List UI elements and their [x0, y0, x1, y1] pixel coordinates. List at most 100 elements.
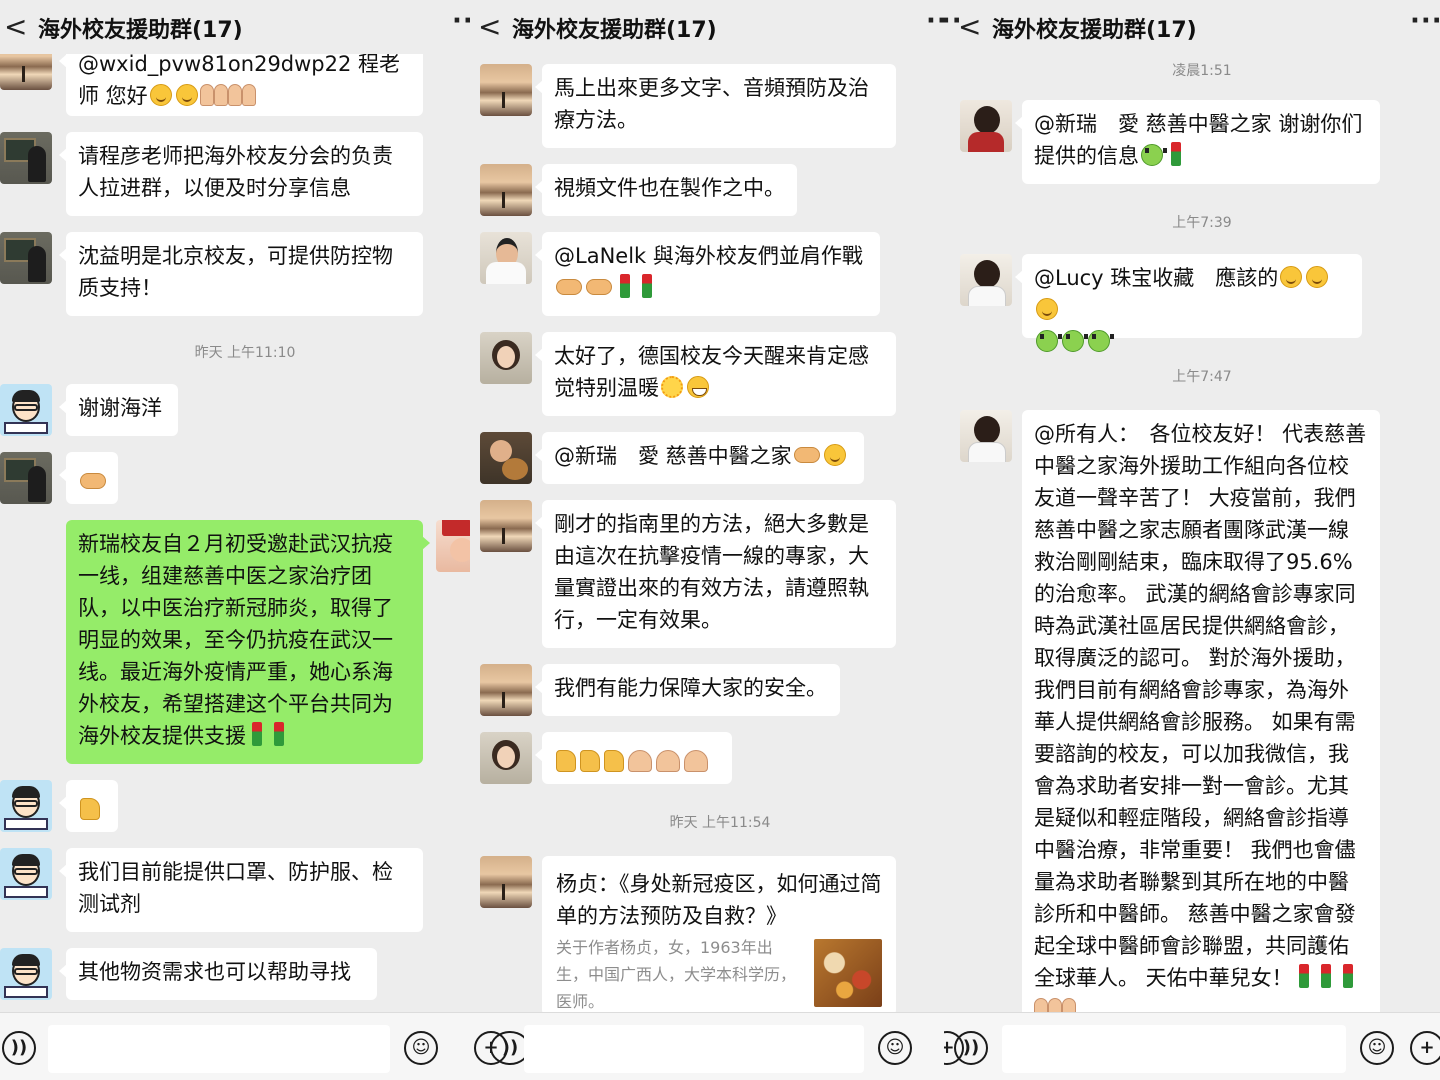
avatar[interactable]: [0, 384, 52, 436]
thumbs-up-emoji: [580, 750, 600, 772]
smile-emoji: [149, 84, 172, 106]
avatar-glasses: [14, 800, 38, 807]
message-text: @新瑞 愛 慈善中醫之家: [554, 444, 792, 468]
grin-emoji: [687, 376, 709, 398]
avatar[interactable]: [0, 452, 52, 504]
more-icon[interactable]: ···: [452, 6, 470, 36]
back-icon[interactable]: <: [958, 10, 981, 43]
avatar[interactable]: [960, 254, 1012, 306]
my-avatar[interactable]: [436, 520, 470, 572]
message-bubble: [59, 780, 118, 832]
message-text: 请程彦老师把海外校友分会的负责人拉进群，以便及时分享信息: [78, 144, 393, 200]
sun-emoji: [661, 376, 683, 398]
emoji-icon[interactable]: ☺: [404, 1031, 438, 1065]
rose-emoji: [252, 722, 262, 746]
avatar-hair: [12, 786, 40, 798]
avatar[interactable]: [960, 100, 1012, 152]
chat-panel-3: ··· < 海外校友援助群(17) ··· 凌晨1:51 @新瑞 愛 慈善中醫之…: [944, 0, 1440, 1080]
smile-emoji: [1306, 266, 1329, 288]
message-bubble: [59, 452, 118, 504]
pray-emoji: [241, 84, 256, 106]
more-icon[interactable]: ···: [1410, 6, 1440, 36]
avatar[interactable]: [480, 164, 532, 216]
rose-emoji: [1342, 964, 1353, 988]
back-icon[interactable]: <: [4, 10, 27, 43]
avatar[interactable]: [480, 64, 532, 116]
message-bubble: 其他物资需求也可以帮助寻找: [59, 948, 377, 1000]
my-message-bubble: 新瑞校友自２月初受邀赴武汉抗疫一线，组建慈善中医之家治疗团队，以中医治疗新冠肺炎…: [66, 520, 430, 764]
message-bubble: 視頻文件也在製作之中。: [535, 164, 797, 216]
message-bubble: @所有人： 各位校友好！ 代表慈善中醫之家海外援助工作組向各位校友道一聲辛苦了！…: [1022, 410, 1380, 1050]
message-bubble: 我們有能力保障大家的安全。: [535, 664, 840, 716]
message-bubble: 馬上出來更多文字、音頻預防及治療方法。: [535, 64, 896, 148]
handshake-emoji: [556, 279, 582, 295]
timestamp: 上午7:39: [1172, 215, 1232, 231]
rose-emoji: [1171, 142, 1181, 166]
chat-title: 海外校友援助群(17): [992, 18, 1197, 43]
thumbs-up-emoji: [556, 750, 576, 772]
chat-header: < 海外校友援助群(17) ···: [0, 0, 470, 54]
message-bubble: @LaNelk 與海外校友們並肩作戰: [535, 232, 880, 316]
avatar[interactable]: [0, 232, 52, 284]
avatar[interactable]: [480, 664, 532, 716]
more-icon[interactable]: ···: [926, 6, 944, 36]
message-input[interactable]: [1002, 1025, 1346, 1073]
message-bubble: 沈益明是北京校友，可提供防控物质支持！: [59, 232, 423, 316]
message-text: 視頻文件也在製作之中。: [554, 176, 785, 200]
avatar[interactable]: [0, 848, 52, 900]
smile-emoji: [175, 84, 198, 106]
smile-emoji: [1036, 298, 1058, 320]
link-card[interactable]: 杨贞：《身处新冠疫区，如何通过简单的方法预防及自救？》 关于作者杨贞，女，196…: [542, 856, 896, 1016]
message-input[interactable]: [524, 1025, 864, 1073]
thumbs-up-emoji: [604, 750, 624, 772]
avatar[interactable]: [0, 132, 52, 184]
avatar-hair: [12, 954, 40, 966]
message-bubble: 太好了，德国校友今天醒来肯定感觉特别温暖: [535, 332, 896, 416]
chat-header: ··· < 海外校友援助群(17) ···: [944, 0, 1440, 54]
avatar-laptop: [4, 886, 48, 898]
rose-emoji: [620, 274, 630, 298]
message-text: 馬上出來更多文字、音頻預防及治療方法。: [554, 76, 869, 132]
chat-title: 海外校友援助群(17): [512, 18, 717, 43]
link-description: 关于作者杨贞，女，1963年出生，中国广西人，大学本科学历，医师。: [556, 938, 797, 1011]
avatar-glasses: [14, 404, 38, 411]
rose-emoji: [1298, 964, 1309, 988]
message-bubble: 剛才的指南里的方法，絕大多數是由這次在抗擊疫情一線的專家，大量實證出來的有效方法…: [535, 500, 896, 648]
thumbs-up-emoji: [80, 798, 100, 820]
rose-emoji: [1320, 964, 1331, 988]
message-input[interactable]: [48, 1025, 390, 1073]
message-text: @Lucy 珠宝收藏 應該的: [1034, 266, 1279, 290]
input-bar: )) ☺: [0, 1012, 470, 1080]
message-text: 新瑞校友自２月初受邀赴武汉抗疫一线，组建慈善中医之家治疗团队，以中医治疗新冠肺炎…: [78, 532, 393, 748]
avatar[interactable]: [480, 432, 532, 484]
frog-emoji: [1141, 144, 1167, 166]
muscle-emoji: [656, 750, 680, 772]
muscle-emoji: [628, 750, 652, 772]
avatar-laptop: [4, 818, 48, 830]
avatar[interactable]: [480, 500, 532, 552]
handshake-emoji: [586, 279, 612, 295]
handshake-emoji: [793, 447, 820, 463]
voice-icon[interactable]: )): [954, 1031, 988, 1065]
timestamp: 上午7:47: [1172, 369, 1232, 385]
emoji-icon[interactable]: ☺: [1360, 1031, 1394, 1065]
voice-icon[interactable]: )): [2, 1031, 36, 1065]
avatar[interactable]: [480, 232, 532, 284]
add-icon[interactable]: +: [1410, 1031, 1440, 1065]
message-text: 其他物资需求也可以帮助寻找: [78, 960, 351, 984]
emoji-icon[interactable]: ☺: [878, 1031, 912, 1065]
timestamp: 昨天 上午11:54: [669, 815, 771, 831]
handshake-emoji: [80, 473, 106, 489]
message-text: 太好了，德国校友今天醒来肯定感觉特别温暖: [554, 344, 869, 400]
message-text: @所有人： 各位校友好！ 代表慈善中醫之家海外援助工作組向各位校友道一聲辛苦了！…: [1034, 422, 1367, 990]
avatar[interactable]: [960, 410, 1012, 462]
avatar[interactable]: [480, 732, 532, 784]
back-icon[interactable]: <: [478, 10, 501, 43]
message-text: 我們有能力保障大家的安全。: [554, 676, 827, 700]
avatar[interactable]: [480, 332, 532, 384]
avatar[interactable]: [0, 948, 52, 1000]
avatar[interactable]: [0, 780, 52, 832]
avatar[interactable]: [480, 856, 532, 908]
message-text: 我们目前能提供口罩、防护服、检测试剂: [78, 860, 393, 916]
pray-emoji: [227, 84, 242, 106]
